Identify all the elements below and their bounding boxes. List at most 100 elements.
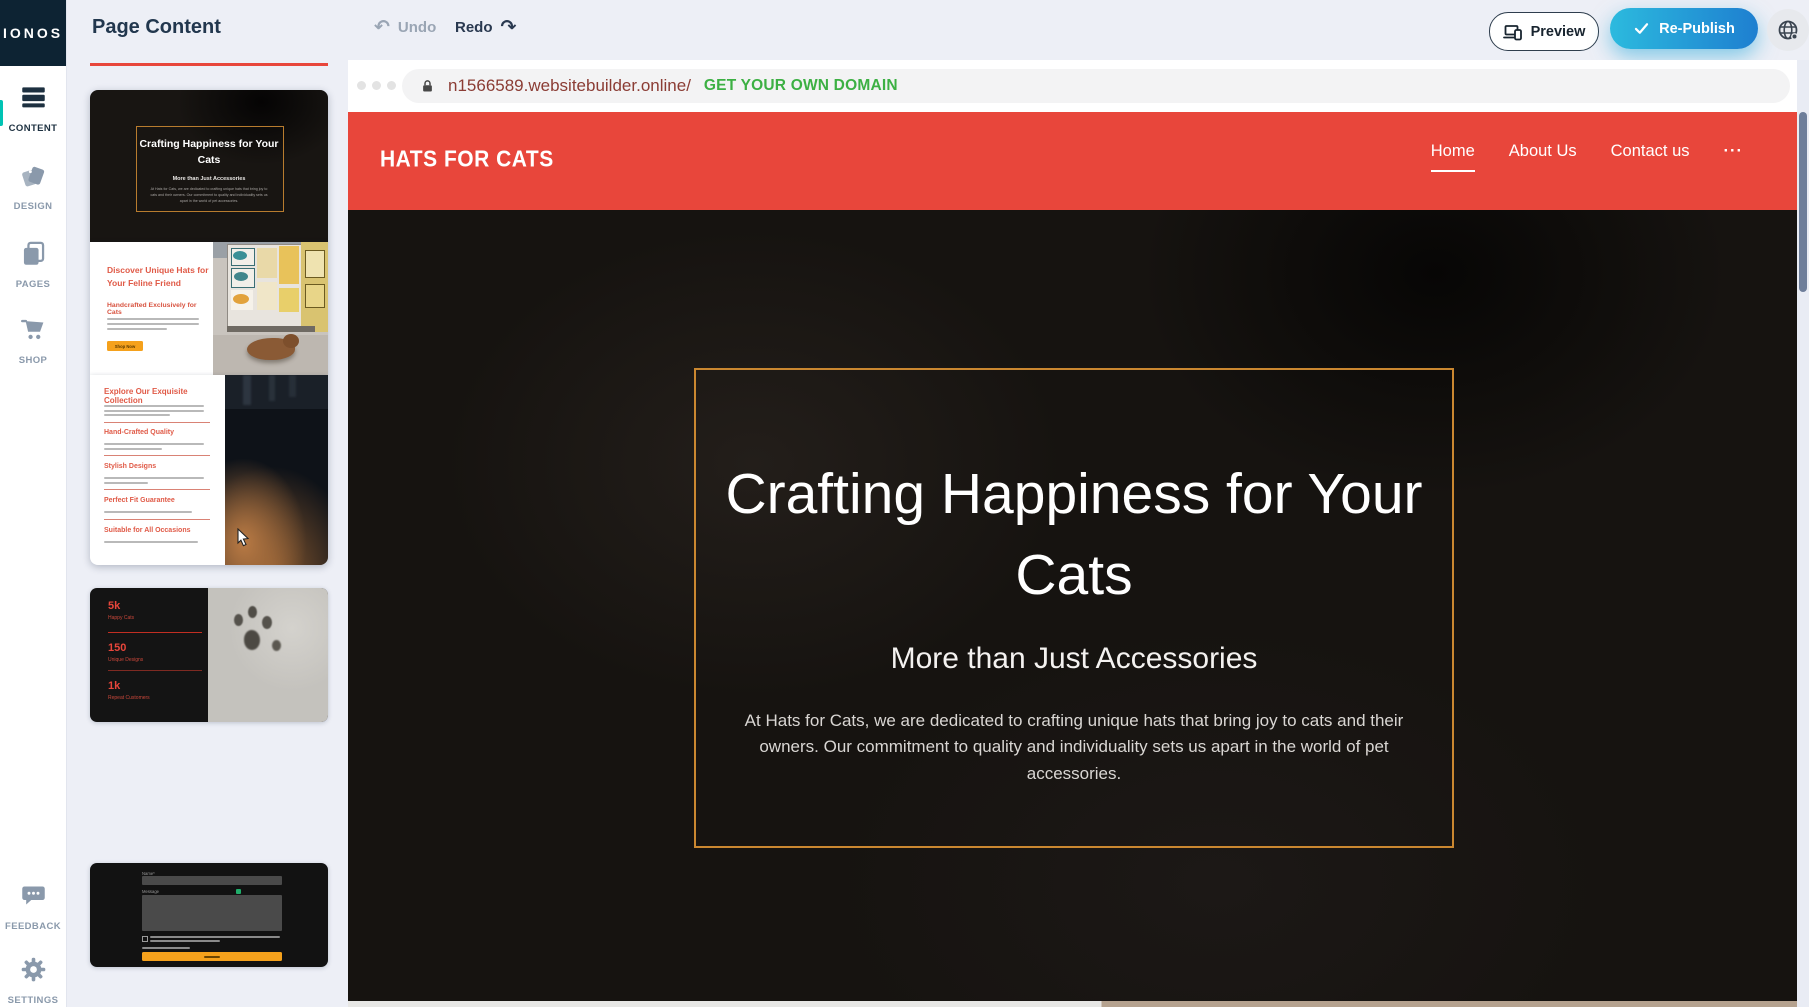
lock-icon [420, 78, 435, 95]
sidebar-item-pages[interactable]: PAGES [0, 240, 66, 290]
feedback-icon [20, 882, 47, 914]
divider [104, 489, 210, 490]
sidebar-item-label: DESIGN [14, 201, 53, 212]
thumbnail-stats-section[interactable]: 5k Happy Cats 150 Unique Designs 1k Repe… [90, 588, 328, 722]
thumb-form-send-button [142, 952, 282, 961]
skeleton-line [150, 940, 220, 942]
thumb-form-smiley-icon [236, 889, 241, 894]
globe-icon [1776, 18, 1800, 42]
undo-button[interactable]: ↶ Undo [374, 18, 436, 37]
sidebar-item-label: FEEDBACK [5, 921, 61, 932]
thumb-collection-item: Suitable for All Occasions [104, 527, 191, 534]
skeleton-line [107, 318, 199, 320]
thumb-intro-photo [213, 242, 328, 375]
divider [104, 455, 210, 456]
republish-label: Re-Publish [1659, 21, 1735, 37]
thumb-form-message-label: Message [142, 889, 159, 894]
sidebar-item-label: PAGES [16, 279, 51, 290]
get-domain-link[interactable]: GET YOUR OWN DOMAIN [704, 77, 898, 95]
skeleton-line [104, 414, 170, 416]
skeleton-line [104, 405, 204, 407]
thumb-form-message-input [142, 895, 282, 931]
sidebar-item-content[interactable]: CONTENT [0, 84, 66, 134]
skeleton-line [104, 443, 204, 445]
skeleton-line [104, 448, 162, 450]
thumbnail-form-section[interactable]: Name* Message [90, 863, 328, 967]
thumb-stat-value: 150 [108, 642, 126, 654]
hero-subtitle[interactable]: More than Just Accessories [694, 642, 1454, 676]
hero-body-text[interactable]: At Hats for Cats, we are dedicated to cr… [724, 708, 1424, 787]
divider [108, 670, 202, 671]
skeleton-line [104, 477, 204, 479]
site-url: n1566589.websitebuilder.online/ [448, 76, 691, 96]
sidebar-item-settings[interactable]: SETTINGS [0, 956, 66, 1006]
thumb-form-checkbox [142, 936, 148, 942]
thumb-collection-item: Perfect Fit Guarantee [104, 497, 175, 504]
thumb-collection-item: Hand-Crafted Quality [104, 429, 174, 436]
scrollbar-thumb[interactable] [1799, 112, 1807, 292]
site-nav: Home About Us Contact us ··· [1431, 142, 1743, 172]
site-header: HATS FOR CATS Home About Us Contact us ·… [348, 112, 1797, 210]
thumb-collection-item: Stylish Designs [104, 463, 156, 470]
thumb-stat-value: 1k [108, 680, 120, 692]
browser-dot [387, 81, 396, 90]
thumb-collection-heading: Explore Our Exquisite Collection [104, 387, 214, 405]
redo-label: Redo [455, 19, 493, 36]
divider [104, 519, 210, 520]
thumb-hero-title: Crafting Happiness for Your Cats [134, 136, 284, 169]
divider [108, 632, 202, 633]
hero-title[interactable]: Crafting Happiness for Your Cats [694, 454, 1454, 616]
app-sidebar: IONOS CONTENT DESIGN PAGES SHOP [0, 0, 67, 1007]
browser-chrome-bar: n1566589.websitebuilder.online/ GET YOUR… [348, 60, 1797, 112]
ionos-logo[interactable]: IONOS [0, 0, 66, 66]
sidebar-item-feedback[interactable]: FEEDBACK [0, 882, 66, 932]
skeleton-line [104, 541, 198, 543]
pages-icon [20, 240, 47, 272]
divider [104, 422, 210, 423]
preview-label: Preview [1531, 24, 1586, 40]
sidebar-item-design[interactable]: DESIGN [0, 162, 66, 212]
site-nav-more-icon[interactable]: ··· [1724, 142, 1743, 170]
thumb-shop-now-button: Shop Now [107, 341, 143, 351]
sidebar-item-label: CONTENT [9, 123, 58, 134]
site-nav-home[interactable]: Home [1431, 142, 1475, 172]
sidebar-item-shop[interactable]: SHOP [0, 316, 66, 366]
globe-button[interactable] [1767, 9, 1809, 51]
site-brand-logo[interactable]: HATS FOR CATS [380, 147, 554, 174]
thumbnail-hero-section[interactable]: Crafting Happiness for Your Cats More th… [90, 90, 328, 242]
design-icon [20, 162, 47, 194]
thumbnail-intro-section[interactable]: Discover Unique Hats for Your Feline Fri… [90, 242, 328, 375]
page-title: Page Content [92, 16, 221, 39]
undo-label: Undo [398, 19, 436, 36]
skeleton-line [150, 936, 280, 938]
thumb-form-name-input [142, 876, 282, 885]
panel-accent-divider [90, 63, 328, 66]
skeleton-line [104, 511, 192, 513]
app-window: IONOS CONTENT DESIGN PAGES SHOP [0, 0, 1809, 1007]
thumb-intro-heading: Discover Unique Hats for Your Feline Fri… [107, 264, 209, 290]
preview-button[interactable]: Preview [1489, 12, 1599, 51]
url-bar[interactable]: n1566589.websitebuilder.online/ GET YOUR… [402, 69, 1790, 103]
browser-dot [357, 81, 366, 90]
site-nav-about[interactable]: About Us [1509, 142, 1577, 170]
thumb-stat-label: Unique Designs [108, 657, 143, 663]
browser-dot [372, 81, 381, 90]
redo-button[interactable]: Redo ↷ [455, 18, 516, 37]
skeleton-line [104, 410, 204, 412]
skeleton-line [107, 328, 167, 330]
republish-button[interactable]: Re-Publish [1610, 8, 1758, 49]
site-nav-contact[interactable]: Contact us [1611, 142, 1690, 170]
thumbnail-collection-section[interactable]: Explore Our Exquisite Collection Hand-Cr… [90, 375, 328, 565]
sidebar-item-label: SHOP [19, 355, 48, 366]
thumb-hero-body: At Hats for Cats, we are dedicated to cr… [149, 187, 269, 204]
check-icon [1633, 20, 1650, 37]
gear-icon [20, 956, 47, 988]
cart-icon [20, 316, 47, 348]
skeleton-line [107, 323, 199, 325]
thumb-stat-label: Repeat Customers [108, 695, 150, 701]
site-hero-section[interactable]: Crafting Happiness for Your Cats More th… [348, 210, 1797, 1001]
sidebar-item-label: SETTINGS [8, 995, 59, 1006]
thumbnail-group: Crafting Happiness for Your Cats More th… [90, 90, 328, 565]
skeleton-line [142, 947, 190, 949]
content-icon [20, 84, 47, 116]
